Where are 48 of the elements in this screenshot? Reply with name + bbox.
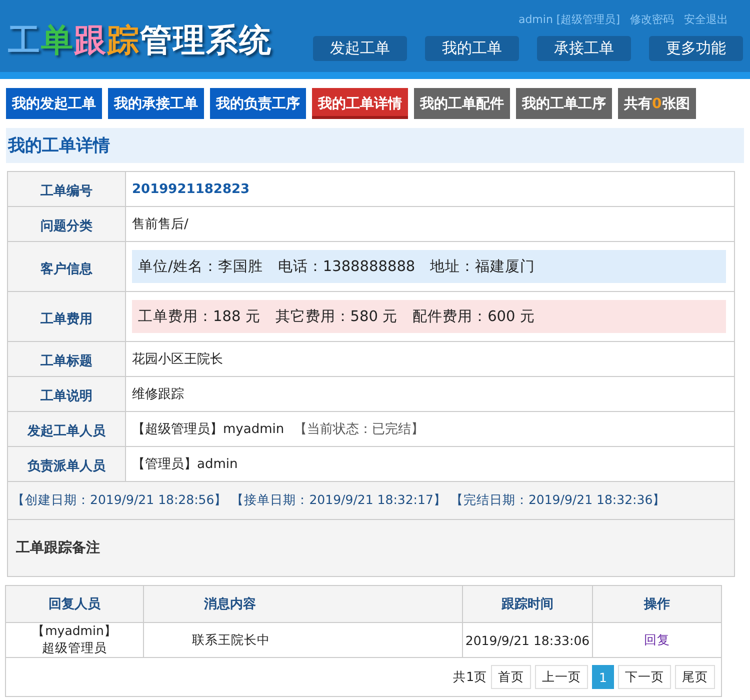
field-value: 2019921182823 [132, 182, 250, 196]
nav-button[interactable]: 更多功能 [649, 36, 743, 61]
field-label: 工单编号 [8, 172, 126, 206]
field-label: 工单说明 [8, 377, 126, 411]
page-button[interactable]: 下一页 [618, 665, 671, 689]
reply-role: 超级管理员 [42, 640, 107, 657]
page-button[interactable]: 首页 [491, 665, 532, 689]
tab[interactable]: 我的承接工单 [108, 88, 204, 119]
tab[interactable]: 我的工单配件 [414, 88, 510, 119]
column-header: 消息内容 [144, 586, 463, 622]
field-label: 问题分类 [8, 207, 126, 241]
image-count-badge: 共有0张图 [618, 88, 696, 119]
date-text: 【接单日期：2019/9/21 18:32:17】 [231, 492, 446, 509]
field-label: 发起工单人员 [8, 412, 126, 446]
tab[interactable]: 我的发起工单 [6, 88, 102, 119]
section-title: 我的工单详情 [6, 128, 744, 163]
tab[interactable]: 我的负责工序 [210, 88, 306, 119]
page-summary: 共1页 [453, 668, 488, 686]
date-text: 【创建日期：2019/9/21 18:28:56】 [12, 492, 228, 509]
reply-user: 【myadmin】 [32, 623, 117, 640]
nav-button[interactable]: 我的工单 [425, 36, 519, 61]
field-label: 工单费用 [8, 292, 126, 341]
field-value: 花园小区王院长 [132, 351, 223, 368]
tab[interactable]: 我的工单详情 [312, 88, 408, 119]
column-header: 操作 [642, 596, 671, 614]
column-header: 回复人员 [6, 586, 144, 622]
field-label: 客户信息 [8, 242, 126, 291]
tab[interactable]: 我的工单工序 [516, 88, 612, 119]
field-label: 工单标题 [8, 342, 126, 376]
field-value: 维修跟踪 [132, 386, 184, 403]
field-value: 【管理员】admin [132, 456, 238, 473]
page-button[interactable]: 上一页 [535, 665, 588, 689]
nav-button[interactable]: 发起工单 [313, 36, 407, 61]
field-label: 负责派单人员 [8, 447, 126, 481]
field-value: 工单费用：188 元 其它费用：580 元 配件费用：600 元 [132, 300, 726, 333]
field-value: 单位/姓名：李国胜 电话：1388888888 地址：福建厦门 [132, 250, 726, 283]
page-button[interactable]: 尾页 [675, 665, 715, 689]
column-header: 跟踪时间 [463, 586, 593, 622]
date-text: 【完结日期：2019/9/21 18:32:36】 [450, 492, 666, 509]
field-value: 【超级管理员】myadmin [132, 421, 284, 438]
table-cell: 联系王院长中 [192, 632, 270, 648]
reply-link[interactable]: 回复 [644, 632, 670, 648]
status-text: 【当前状态：已完结】 [294, 421, 424, 438]
nav-button[interactable]: 承接工单 [537, 36, 631, 61]
notes-title: 工单跟踪备注 [16, 539, 100, 557]
logo: 工单跟踪管理系统 [8, 20, 272, 61]
table-cell: 2019/9/21 18:33:06 [465, 632, 590, 648]
field-value: 售前售后/ [132, 216, 188, 233]
